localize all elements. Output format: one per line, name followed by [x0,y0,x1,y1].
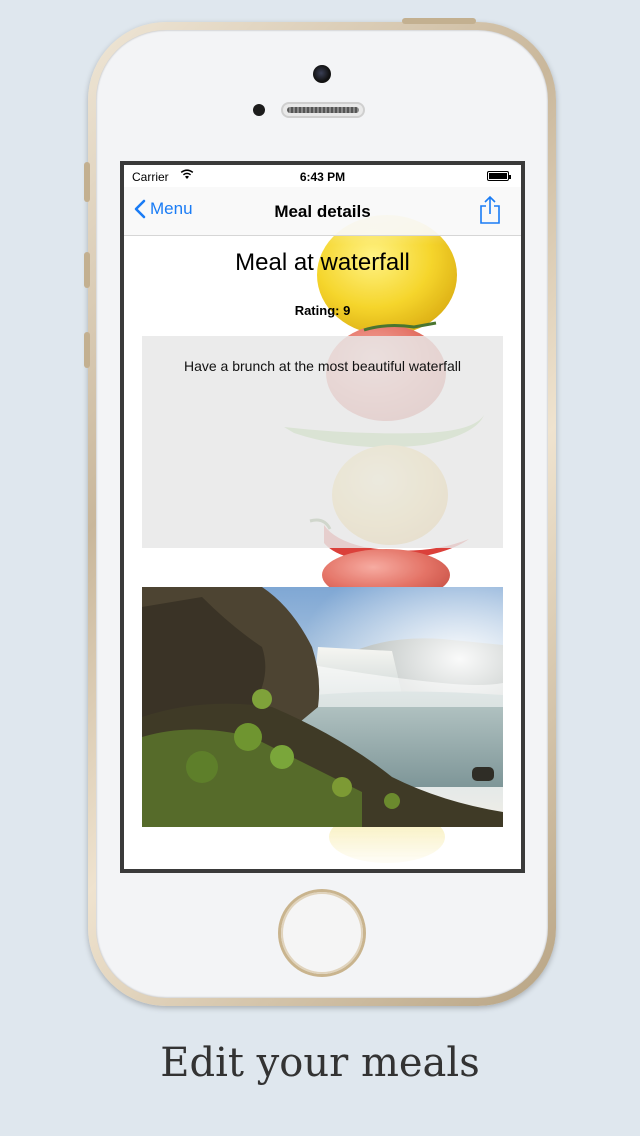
meal-rating: Rating: 9 [294,303,351,318]
proximity-sensor [253,104,265,116]
volume-down-button [84,332,90,368]
app-screen: Carrier 6:43 PM Menu Meal details Meal a… [124,165,521,869]
screen: Carrier 6:43 PM Menu Meal details Meal a… [120,161,525,873]
share-icon [480,195,500,224]
meal-details-content: Meal at waterfall Rating: 9 Have a brunc… [124,165,521,869]
meal-photo[interactable] [142,587,503,827]
meal-title: Meal at waterfall [235,249,410,276]
front-camera [313,65,331,83]
page-title: Meal details [274,202,371,221]
share-button[interactable] [479,195,501,230]
mute-switch [84,162,90,202]
description-box[interactable]: Have a brunch at the most beautiful wate… [142,336,503,548]
marketing-caption: Edit your meals [160,1040,480,1086]
navigation-bar: Menu Meal details [124,187,521,236]
earpiece-speaker [281,102,365,118]
volume-up-button [84,252,90,288]
meal-description: Have a brunch at the most beautiful wate… [183,358,462,374]
home-button[interactable] [281,892,363,974]
power-button [402,18,476,24]
